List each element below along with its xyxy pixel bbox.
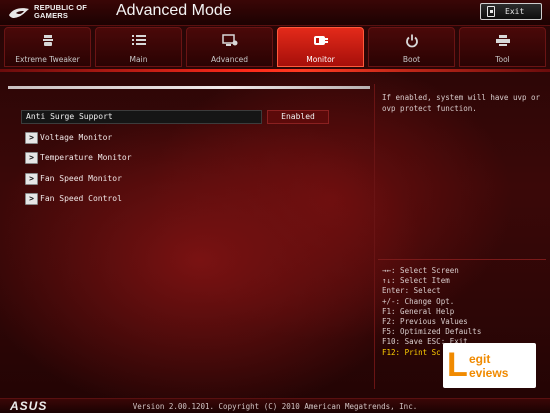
help-divider [378,259,546,260]
tab-underline [0,69,550,72]
tab-tool[interactable]: Tool [459,27,546,67]
tweaker-icon [5,34,90,48]
advanced-icon [187,34,272,48]
chevron-right-icon: > [25,152,38,164]
setting-label: Anti Surge Support [21,110,262,124]
key-change-opt: +/-: Change Opt. [382,296,455,306]
setting-value-dropdown[interactable]: Enabled [267,110,329,124]
tab-label: Monitor [306,55,335,64]
submenu-label: Fan Speed Monitor [40,174,122,183]
submenu-voltage-monitor[interactable]: > Voltage Monitor [25,132,225,144]
legit-reviews-watermark: L egit eviews [443,343,536,388]
brand-text: REPUBLIC OF GAMERS [34,4,87,20]
chevron-right-icon: > [25,132,38,144]
rog-eye-icon [9,8,29,18]
tab-bar: Extreme Tweaker Main Advanced Monitor Bo… [4,27,548,69]
tab-main[interactable]: Main [95,27,182,67]
submenu-label: Temperature Monitor [40,153,132,162]
key-enter-select: Enter: Select [382,286,441,296]
tab-label: Extreme Tweaker [15,55,80,64]
tab-monitor[interactable]: Monitor [277,27,364,67]
page-title: Advanced Mode [116,2,232,19]
tab-label: Advanced [210,55,249,64]
settings-panel: Anti Surge Support Enabled > Voltage Mon… [8,86,370,391]
anti-surge-setting[interactable]: Anti Surge Support Enabled [21,110,329,124]
version-text: Version 2.00.1201. Copyright (C) 2010 Am… [132,402,418,411]
monitor-icon [278,34,363,48]
submenu-temperature-monitor[interactable]: > Temperature Monitor [25,152,225,164]
submenu-label: Fan Speed Control [40,194,122,203]
key-select-screen: →←: Select Screen [382,266,459,275]
power-icon [369,34,454,48]
brand-line2: GAMERS [34,11,69,20]
chevron-right-icon: > [25,173,38,185]
list-icon [96,34,181,48]
watermark-word2: eviews [469,366,509,380]
tab-boot[interactable]: Boot [368,27,455,67]
watermark-word1: egit [469,352,491,366]
submenu-label: Voltage Monitor [40,133,113,142]
header-bar: REPUBLIC OF GAMERS Advanced Mode Exit [0,0,550,26]
tab-label: Tool [495,55,510,64]
tab-label: Boot [402,55,421,64]
printer-icon [460,34,545,48]
exit-icon [487,6,495,17]
key-previous-values: F2: Previous Values [382,316,468,326]
tab-advanced[interactable]: Advanced [186,27,273,67]
key-optimized-defaults: F5: Optimized Defaults [382,327,482,337]
tab-label: Main [129,55,148,64]
panel-divider [374,84,375,389]
exit-button[interactable]: Exit [480,3,542,20]
help-text: If enabled, system will have uvp or ovp … [382,93,541,113]
rog-logo: REPUBLIC OF GAMERS [8,2,98,24]
exit-label: Exit [505,7,525,16]
submenu-fan-speed-control[interactable]: > Fan Speed Control [25,193,225,205]
submenu-fan-speed-monitor[interactable]: > Fan Speed Monitor [25,173,225,185]
tab-extreme-tweaker[interactable]: Extreme Tweaker [4,27,91,67]
watermark-letter: L [447,346,468,384]
footer-bar: ASUS Version 2.00.1201. Copyright (C) 20… [0,398,550,413]
chevron-right-icon: > [25,193,38,205]
key-select-item: ↑↓: Select Item [382,276,450,286]
key-general-help: F1: General Help [382,306,455,316]
